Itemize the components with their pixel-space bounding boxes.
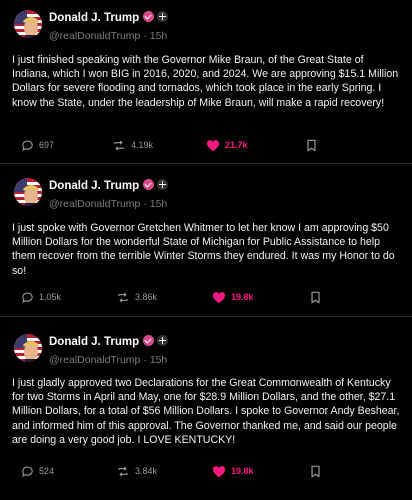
- plus-badge-icon: [157, 335, 169, 346]
- post-time[interactable]: 15h: [150, 30, 168, 42]
- bookmark-icon: [307, 139, 316, 151]
- like-count: 21.7k: [225, 140, 248, 150]
- bookmark-icon: [311, 465, 320, 477]
- author-name[interactable]: Donald J. Trump: [49, 12, 139, 24]
- post-text: I just finished speaking with the Govern…: [12, 54, 399, 109]
- author-name[interactable]: Donald J. Trump: [49, 336, 139, 348]
- bookmark-button[interactable]: [310, 288, 321, 306]
- separator: ·: [143, 30, 147, 42]
- like-heart-icon: [206, 139, 220, 151]
- post-actions: 697 4.19k 21.7k: [0, 136, 412, 154]
- post-actions: 1.05k 3.86k 19.8k: [0, 288, 412, 306]
- reply-icon: [22, 465, 33, 477]
- author-name-row: Donald J. Trump: [49, 335, 169, 348]
- like-count: 19.8k: [231, 466, 254, 476]
- post[interactable]: Donald J. Trump @realDonaldTrump · 15h I…: [0, 324, 412, 500]
- like-heart-icon: [212, 465, 226, 477]
- author-name[interactable]: Donald J. Trump: [49, 180, 139, 192]
- reply-icon: [22, 291, 33, 303]
- handle-row: @realDonaldTrump · 15h: [49, 198, 167, 210]
- like-heart-icon: [212, 291, 226, 303]
- bookmark-icon: [311, 291, 320, 303]
- reply-button[interactable]: 524: [21, 462, 54, 480]
- repost-icon: [118, 466, 128, 476]
- author-handle[interactable]: @realDonaldTrump: [49, 30, 140, 42]
- reply-button[interactable]: 1.05k: [21, 288, 61, 306]
- handle-row: @realDonaldTrump · 15h: [49, 354, 167, 366]
- post-text: I just spoke with Governor Gretchen Whit…: [12, 222, 395, 277]
- verified-badge-icon: [143, 179, 155, 190]
- plus-badge-icon: [157, 11, 169, 22]
- repost-count: 4.19k: [131, 140, 154, 150]
- handle-row: @realDonaldTrump · 15h: [49, 30, 167, 42]
- verified-badge-icon: [143, 11, 155, 22]
- bookmark-button[interactable]: [310, 462, 321, 480]
- bookmark-button[interactable]: [306, 136, 317, 154]
- author-handle[interactable]: @realDonaldTrump: [49, 198, 140, 210]
- repost-button[interactable]: 3.84k: [116, 462, 157, 480]
- post[interactable]: Donald J. Trump @realDonaldTrump · 15h I…: [0, 0, 412, 164]
- like-count: 19.8k: [231, 292, 254, 302]
- verified-badge-icon: [143, 335, 155, 346]
- reply-count: 697: [39, 140, 55, 150]
- post-text: I just gladly approved two Declarations …: [12, 377, 400, 446]
- feed: Donald J. Trump @realDonaldTrump · 15h I…: [0, 0, 412, 500]
- reply-icon: [22, 139, 33, 151]
- repost-count: 3.86k: [135, 292, 158, 302]
- like-button[interactable]: 21.7k: [206, 136, 248, 154]
- author-name-row: Donald J. Trump: [49, 179, 169, 192]
- post[interactable]: Donald J. Trump @realDonaldTrump · 15h I…: [0, 168, 412, 317]
- avatar[interactable]: [14, 334, 42, 362]
- post-time[interactable]: 15h: [150, 354, 168, 366]
- post-time[interactable]: 15h: [150, 198, 168, 210]
- avatar[interactable]: [14, 178, 42, 206]
- reply-button[interactable]: 697: [21, 136, 54, 154]
- plus-badge-icon: [157, 179, 169, 190]
- repost-button[interactable]: 4.19k: [112, 136, 153, 154]
- separator: ·: [143, 354, 147, 366]
- repost-icon: [118, 292, 128, 302]
- author-handle[interactable]: @realDonaldTrump: [49, 354, 140, 366]
- author-name-row: Donald J. Trump: [49, 11, 169, 24]
- like-button[interactable]: 19.8k: [212, 462, 254, 480]
- like-button[interactable]: 19.8k: [212, 288, 254, 306]
- reply-count: 1.05k: [39, 292, 62, 302]
- repost-count: 3.84k: [135, 466, 158, 476]
- repost-icon: [114, 140, 124, 150]
- separator: ·: [143, 198, 147, 210]
- avatar[interactable]: [14, 10, 42, 38]
- reply-count: 524: [39, 466, 55, 476]
- post-actions: 524 3.84k 19.8k: [0, 462, 412, 480]
- repost-button[interactable]: 3.86k: [116, 288, 157, 306]
